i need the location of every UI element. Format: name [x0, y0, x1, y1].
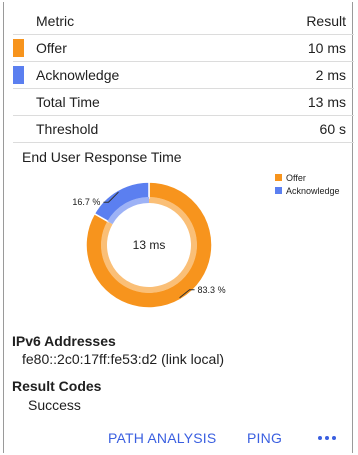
ping-button[interactable]: PING [247, 430, 282, 446]
legend-label-acknowledge: Acknowledge [286, 186, 340, 196]
row-label: Offer [36, 40, 67, 56]
response-time-donut-chart: 83.3 % 16.7 % 13 ms Offer Acknowledge [72, 173, 340, 309]
legend-label-offer: Offer [286, 173, 306, 183]
legend-swatch-offer [275, 174, 282, 181]
results-panel: Metric Result Offer 10 ms Acknowledge 2 … [3, 2, 354, 453]
row-label: Total Time [36, 94, 100, 110]
row-value: 13 ms [307, 94, 346, 110]
more-dots-icon[interactable] [318, 433, 338, 443]
chart-title: End User Response Time [22, 149, 182, 165]
result-codes-title: Result Codes [12, 378, 102, 394]
offer-color-swatch [13, 39, 24, 57]
row-value: 10 ms [307, 40, 346, 56]
path-analysis-button[interactable]: PATH ANALYSIS [108, 430, 216, 446]
slice-label-offer: 83.3 % [198, 285, 226, 295]
result-code-value: Success [28, 397, 81, 413]
result-column-header: Result [306, 13, 346, 29]
row-value: 2 ms [315, 67, 346, 83]
row-label: Threshold [36, 121, 99, 137]
results-table: Metric Result Offer 10 ms Acknowledge 2 … [13, 8, 354, 143]
acknowledge-color-swatch [13, 66, 24, 84]
row-value: 60 s [319, 121, 346, 137]
table-row: Threshold 60 s [13, 116, 354, 143]
table-row: Total Time 13 ms [13, 89, 354, 116]
ipv6-address: fe80::2c0:17ff:fe53:d2 (link local) [22, 351, 225, 367]
ipv6-title: IPv6 Addresses [12, 333, 116, 349]
table-row: Acknowledge 2 ms [13, 62, 354, 89]
row-label: Acknowledge [36, 67, 120, 83]
legend-swatch-acknowledge [275, 187, 282, 194]
donut-center-label: 13 ms [133, 238, 166, 252]
slice-label-acknowledge: 16.7 % [72, 197, 100, 207]
table-row: Offer 10 ms [13, 35, 354, 62]
table-header: Metric Result [13, 8, 354, 35]
metric-column-header: Metric [36, 13, 75, 29]
